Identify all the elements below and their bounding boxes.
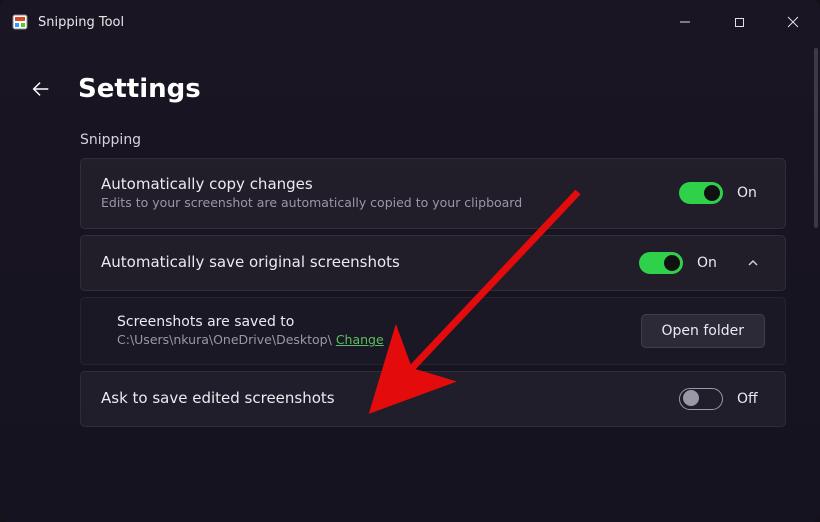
vertical-scrollbar[interactable] [814, 48, 818, 228]
setting-text: Automatically copy changes Edits to your… [101, 175, 663, 212]
page-header: Settings [24, 44, 796, 132]
setting-save-location: Screenshots are saved to C:\Users\nkura\… [80, 297, 786, 365]
setting-text: Screenshots are saved to C:\Users\nkura\… [117, 314, 625, 347]
chevron-up-icon[interactable] [741, 256, 765, 270]
app-window: Snipping Tool Settings Snipping [0, 0, 820, 522]
save-location-title: Screenshots are saved to [117, 314, 625, 330]
maximize-button[interactable] [712, 0, 766, 44]
setting-title: Ask to save edited screenshots [101, 389, 663, 407]
setting-title: Automatically copy changes [101, 175, 663, 193]
close-button[interactable] [766, 0, 820, 44]
setting-title: Automatically save original screenshots [101, 253, 623, 271]
change-location-link[interactable]: Change [336, 332, 384, 347]
back-button[interactable] [24, 72, 58, 106]
toggle-group: Off [679, 388, 765, 410]
auto-copy-toggle[interactable] [679, 182, 723, 204]
section-label-snipping: Snipping [24, 132, 796, 158]
setting-auto-save[interactable]: Automatically save original screenshots … [80, 235, 786, 291]
setting-subtitle: Edits to your screenshot are automatical… [101, 195, 663, 212]
setting-auto-copy: Automatically copy changes Edits to your… [80, 158, 786, 229]
app-title: Snipping Tool [38, 15, 658, 30]
toggle-state-label: On [697, 255, 725, 271]
setting-text: Ask to save edited screenshots [101, 389, 663, 409]
window-controls [658, 0, 820, 44]
ask-save-toggle[interactable] [679, 388, 723, 410]
toggle-state-label: Off [737, 391, 765, 407]
toggle-group: On [639, 252, 725, 274]
toggle-state-label: On [737, 185, 765, 201]
app-icon [12, 14, 28, 30]
titlebar: Snipping Tool [0, 0, 820, 44]
setting-text: Automatically save original screenshots [101, 253, 623, 273]
save-location-path: C:\Users\nkura\OneDrive\Desktop\ [117, 332, 332, 347]
page-title: Settings [78, 74, 201, 104]
content-area: Settings Snipping Automatically copy cha… [0, 44, 820, 522]
open-folder-button[interactable]: Open folder [641, 314, 765, 348]
save-location-path-row: C:\Users\nkura\OneDrive\Desktop\ Change [117, 332, 625, 347]
auto-save-toggle[interactable] [639, 252, 683, 274]
toggle-group: On [679, 182, 765, 204]
setting-ask-save: Ask to save edited screenshots Off [80, 371, 786, 427]
minimize-button[interactable] [658, 0, 712, 44]
settings-list: Automatically copy changes Edits to your… [24, 158, 796, 427]
